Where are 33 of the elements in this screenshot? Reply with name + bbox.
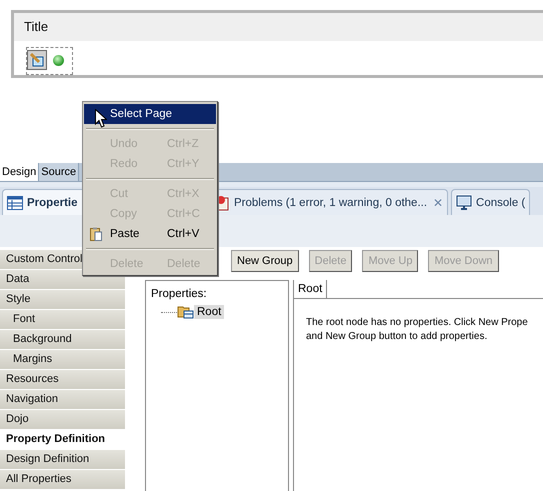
editor-tab[interactable]: Design [0,163,40,181]
empty-message: The root node has no properties. Click New Prope and New Group button to add properties. [305,316,529,344]
status-dot-icon [53,55,64,66]
menu-label: Select Page [110,108,172,120]
tree-node[interactable]: Root [194,305,224,319]
tree-heading: Properties: [151,288,208,300]
table-icon [7,196,23,210]
sidebar-item[interactable]: All Properties [0,470,125,490]
shortcut: Ctrl+V [167,228,200,240]
clipboard-icon [90,227,102,241]
sidebar-item[interactable]: Margins [0,350,125,370]
sidebar-item[interactable]: Style [0,290,125,310]
sidebar-item[interactable]: Design Definition [0,450,125,470]
monitor-icon [456,195,472,210]
menu-label: Paste [110,228,140,240]
sidebar-item[interactable]: Navigation [0,390,125,410]
cursor-icon [95,109,107,128]
detail-tab[interactable]: Root [294,280,328,298]
view-tab[interactable]: Console ( [451,189,530,215]
pencil-icon[interactable] [27,50,47,70]
toolbar-button[interactable]: New Group [231,250,299,272]
panel-title: Title [14,13,543,41]
sidebar-item[interactable]: Resources [0,370,125,390]
menu-item[interactable]: Select Page [84,104,216,124]
menu-item[interactable]: Paste Ctrl+V [84,224,216,244]
tab-label: Propertie [27,196,78,208]
tab-label: Console ( [476,196,526,208]
sidebar-item[interactable]: Dojo [0,410,125,430]
tab-label: Problems (1 error, 1 warning, 0 othe... [234,196,428,208]
sidebar-item[interactable]: Background [0,330,125,350]
editor-tab[interactable]: Source [39,163,80,181]
sidebar-item[interactable]: Font [0,310,125,330]
folder-icon [177,305,194,319]
